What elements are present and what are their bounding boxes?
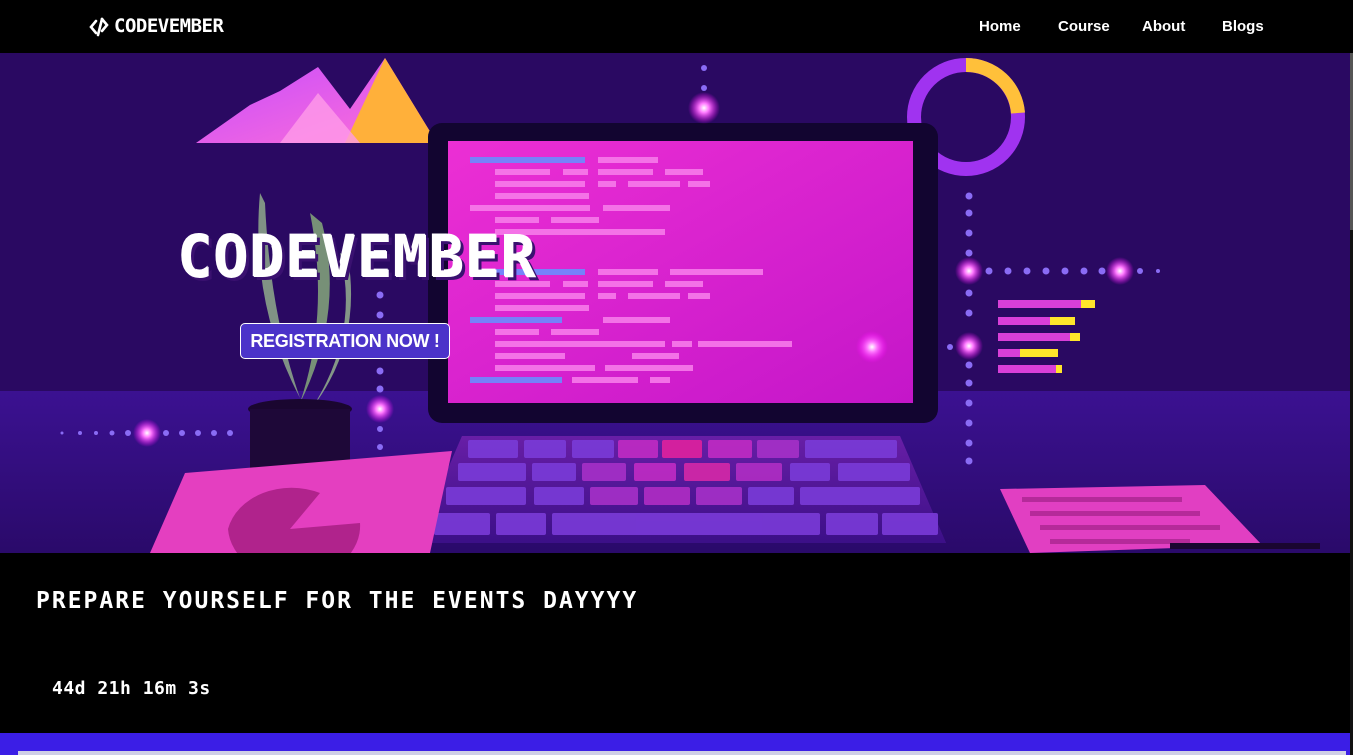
registration-button[interactable]: REGISTRATION NOW ! xyxy=(240,323,450,359)
code-icon xyxy=(89,17,109,37)
horizontal-scrollbar[interactable] xyxy=(18,751,1346,755)
countdown-heading: PREPARE YOURSELF FOR THE EVENTS DAYYYY xyxy=(36,588,639,614)
logo[interactable]: CODEVEMBER xyxy=(88,12,224,40)
hero-title: CODEVEMBER xyxy=(178,223,538,291)
navbar: CODEVEMBER Home Course About Blogs xyxy=(0,0,1353,53)
nav-link-course[interactable]: Course xyxy=(1058,18,1110,35)
nav-link-about[interactable]: About xyxy=(1142,18,1185,35)
countdown-timer: 44d 21h 16m 3s xyxy=(52,678,211,699)
hero-illustration xyxy=(0,53,1350,553)
hero-banner: CODEVEMBER REGISTRATION NOW ! xyxy=(0,53,1350,553)
nav-link-blogs[interactable]: Blogs xyxy=(1222,18,1264,35)
logo-text: CODEVEMBER xyxy=(114,15,224,37)
nav-link-home[interactable]: Home xyxy=(979,18,1021,35)
